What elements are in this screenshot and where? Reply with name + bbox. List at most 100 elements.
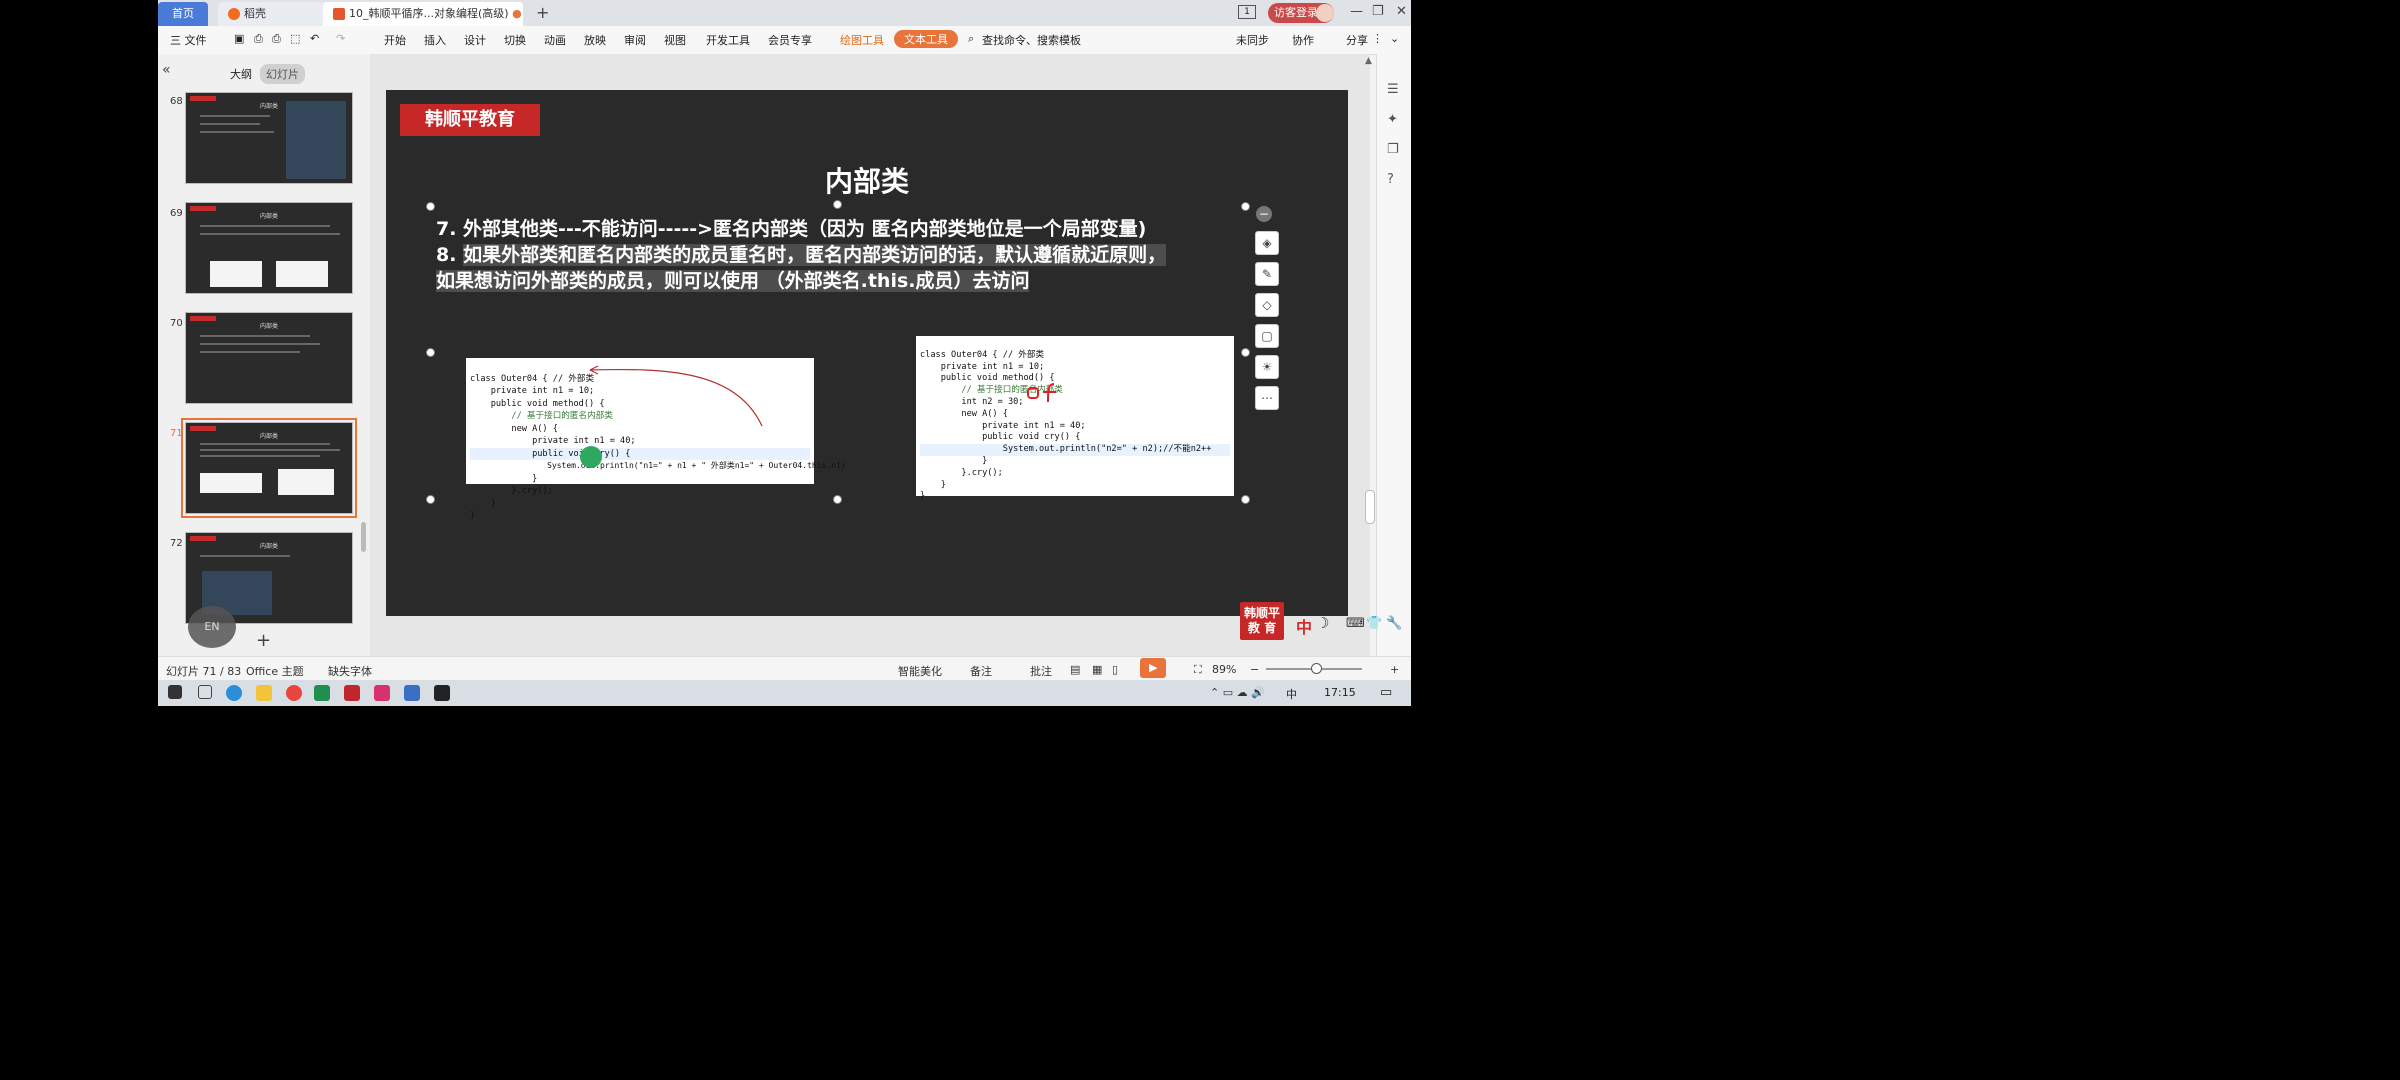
edge-icon[interactable] [226, 685, 242, 701]
login-button[interactable]: 访客登录 [1268, 3, 1334, 23]
unsynced-status[interactable]: 未同步 [1222, 32, 1269, 48]
save-icon[interactable]: ▣ [234, 32, 244, 45]
rule-7-text[interactable]: 7. 外部其他类---不能访问----->匿名内部类（因为 匿名内部类地位是一个… [436, 214, 1146, 241]
moon-icon[interactable]: ☽ [1316, 614, 1329, 632]
export-icon[interactable]: ⬚ [290, 32, 300, 45]
fit-icon[interactable]: ⛶ [1194, 663, 1202, 677]
normal-view-icon[interactable]: ▤ [1070, 663, 1080, 676]
outline-tab[interactable]: 大纲 [230, 66, 252, 82]
help-icon[interactable]: ? [1387, 172, 1394, 187]
keyboard-icon[interactable]: ⌨ [1346, 616, 1365, 631]
resize-handle[interactable] [833, 495, 842, 504]
copy-icon[interactable]: ❐ [1387, 142, 1399, 157]
menu-transition[interactable]: 切换 [504, 32, 526, 48]
notification-icon[interactable]: ▭ [1380, 685, 1392, 700]
app-en-icon[interactable] [314, 685, 330, 701]
sorter-view-icon[interactable]: ▦ [1092, 663, 1102, 676]
ime-en-icon[interactable]: EN [188, 606, 236, 648]
settings-sliders-icon[interactable]: ☰ [1387, 82, 1399, 97]
slide-thumbnail-69[interactable]: 内部类 [185, 202, 353, 294]
slides-tab[interactable]: 幻灯片 [260, 64, 305, 84]
page-badge[interactable]: 1 [1238, 5, 1256, 19]
rule-8-text[interactable]: 8. 如果外部类和匿名内部类的成员重名时，匿名内部类访问的话，默认遵循就近原则， [436, 240, 1167, 267]
pin-icon[interactable]: ✦ [1387, 112, 1398, 127]
more-tools-icon[interactable]: ⋯ [1255, 386, 1279, 410]
menu-insert[interactable]: 插入 [424, 32, 446, 48]
file-menu[interactable]: 三 文件 [170, 32, 207, 48]
menu-view[interactable]: 视图 [664, 32, 686, 48]
fill-icon[interactable]: ◇ [1255, 293, 1279, 317]
layers-icon[interactable]: ◈ [1255, 231, 1279, 255]
idea-icon[interactable]: ☀ [1255, 355, 1279, 379]
tab-daoke[interactable]: 稻壳 [218, 2, 328, 26]
notes-toggle[interactable]: 备注 [970, 663, 992, 679]
collapse-ribbon-icon[interactable]: ⌄ [1390, 32, 1399, 45]
reading-view-icon[interactable]: ▯ [1112, 663, 1118, 676]
pen-icon[interactable]: ✎ [1255, 262, 1279, 286]
collapse-panel-icon[interactable]: « [162, 62, 171, 78]
play-slideshow-button[interactable]: ▶ [1140, 658, 1166, 678]
more-icon[interactable]: ⋮ [1372, 32, 1383, 45]
code-snippet-right[interactable]: class Outer04 { // 外部类 private int n1 = … [916, 336, 1234, 501]
frame-icon[interactable]: ▢ [1255, 324, 1279, 348]
restore-icon[interactable]: ❐ [1372, 4, 1384, 19]
close-tab-icon[interactable]: ● [512, 7, 522, 20]
windows-start-icon[interactable] [168, 685, 182, 699]
menu-review[interactable]: 审阅 [624, 32, 646, 48]
minimize-icon[interactable]: — [1350, 4, 1363, 19]
slide-thumbnail-70[interactable]: 内部类 [185, 312, 353, 404]
ime-chinese[interactable]: 中 [1296, 614, 1312, 638]
menu-design[interactable]: 设计 [464, 32, 486, 48]
tab-document[interactable]: 10_韩顺平循序...对象编程(高级) ● [323, 2, 523, 26]
print-icon[interactable]: ⎙ [272, 32, 281, 46]
drawing-tools-tab[interactable]: 绘图工具 [840, 32, 884, 48]
zoom-in-button[interactable]: + [1390, 663, 1399, 676]
comments-toggle[interactable]: 批注 [1030, 663, 1052, 679]
missing-font[interactable]: 缺失字体 [328, 663, 372, 679]
undo-icon[interactable]: ↶ [310, 32, 319, 45]
theme-name[interactable]: Office 主题 [246, 663, 304, 679]
command-search[interactable]: 查找命令、搜索模板 [982, 32, 1081, 48]
slide-thumbnail-71[interactable]: 内部类 [181, 418, 357, 518]
menu-developer[interactable]: 开发工具 [706, 32, 750, 48]
smart-beautify[interactable]: 智能美化 [898, 663, 942, 679]
explorer-icon[interactable] [256, 685, 272, 701]
collab-button[interactable]: 协作 [1278, 32, 1314, 48]
wps-app-icon[interactable] [404, 685, 420, 701]
zoom-level[interactable]: 89% [1212, 663, 1236, 676]
redo-icon[interactable]: ↷ [336, 32, 345, 45]
tray-icons[interactable]: ⌃ ▭ ☁ 🔊 [1210, 686, 1265, 699]
idea-app-icon[interactable] [374, 685, 390, 701]
wrench-icon[interactable]: 🔧 [1386, 616, 1402, 631]
menu-start[interactable]: 开始 [384, 32, 406, 48]
resize-handle[interactable] [426, 202, 435, 211]
add-slide-button[interactable]: + [256, 630, 271, 651]
zoom-out-icon[interactable]: − [1256, 206, 1272, 222]
print-preview-icon[interactable]: ⎙ [254, 32, 263, 46]
resize-handle[interactable] [833, 200, 842, 209]
terminal-icon[interactable] [434, 685, 450, 701]
slide-title[interactable]: 内部类 [386, 160, 1348, 200]
tray-ime[interactable]: 中 [1286, 686, 1297, 702]
task-view-icon[interactable] [198, 685, 212, 699]
resize-handle[interactable] [1241, 495, 1250, 504]
app-red-icon[interactable] [344, 685, 360, 701]
new-tab-button[interactable]: + [536, 3, 549, 22]
resize-handle[interactable] [426, 348, 435, 357]
text-tools-tab[interactable]: 文本工具 [894, 30, 958, 48]
zoom-slider-knob[interactable] [1311, 663, 1322, 674]
chrome-icon[interactable] [286, 685, 302, 701]
resize-handle[interactable] [426, 495, 435, 504]
zoom-out-button[interactable]: − [1250, 663, 1259, 676]
slide-scrollbar[interactable] [1365, 490, 1375, 524]
menu-slideshow[interactable]: 放映 [584, 32, 606, 48]
close-icon[interactable]: ✕ [1396, 4, 1407, 19]
tab-home[interactable]: 首页 [158, 2, 208, 26]
resize-handle[interactable] [1241, 348, 1250, 357]
thumbnail-scrollbar[interactable] [361, 522, 366, 552]
shirt-icon[interactable]: 👕 [1366, 616, 1382, 631]
menu-member[interactable]: 会员专享 [768, 32, 812, 48]
slide-thumbnail-68[interactable]: 内部类 [185, 92, 353, 184]
scroll-up-icon[interactable]: ▲ [1365, 56, 1372, 66]
resize-handle[interactable] [1241, 202, 1250, 211]
